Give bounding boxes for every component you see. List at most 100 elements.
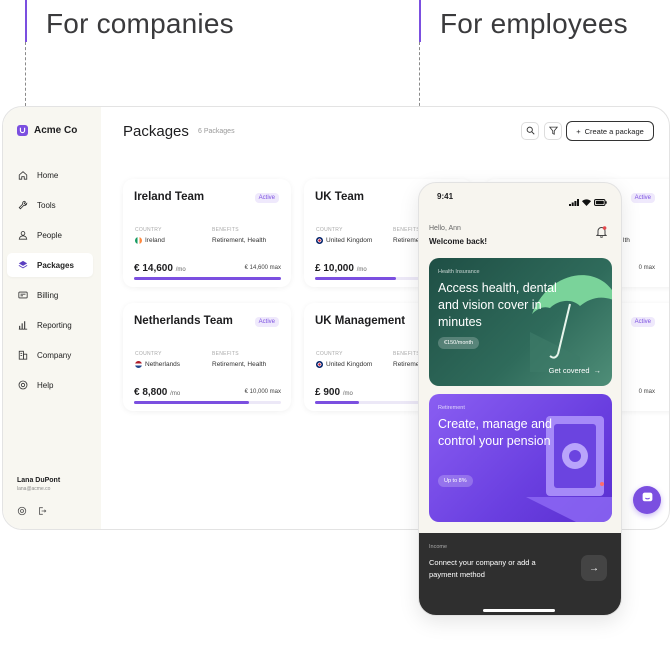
country-value: United Kingdom (316, 361, 372, 368)
companies-heading: For companies (46, 8, 234, 39)
logout-icon[interactable] (37, 503, 47, 521)
sidebar-item-packages[interactable]: Packages (7, 253, 93, 277)
sidebar-item-label: People (37, 230, 62, 240)
benefits-value: Retirement, Health (212, 361, 267, 368)
building-icon (17, 349, 29, 361)
wifi-icon (582, 193, 591, 211)
card-kicker: Retirement (438, 405, 465, 411)
people-icon (17, 229, 29, 241)
employees-heading: For employees (440, 8, 628, 39)
sidebar-item-reporting[interactable]: Reporting (7, 313, 93, 337)
user-profile[interactable]: Lana DuPont lana@acme.co (17, 477, 60, 492)
country-label: COUNTRY (316, 351, 343, 357)
sidebar-item-tools[interactable]: Tools (7, 193, 93, 217)
progress-fill (134, 277, 281, 280)
card-kicker: Health Insurance (438, 269, 480, 275)
sidebar-item-label: Reporting (37, 320, 72, 330)
status-badge: Active (630, 317, 655, 327)
cta-label: Get covered (548, 366, 590, 375)
uk-flag-icon (316, 361, 323, 368)
amount-value: £ 900 (315, 387, 341, 398)
get-covered-link[interactable]: Get covered → (549, 366, 601, 375)
companies-accent-bar (25, 0, 27, 42)
chat-icon (641, 491, 654, 509)
brand[interactable]: Acme Co (17, 125, 77, 136)
status-badge: Active (630, 193, 655, 203)
greeting: Hello, Ann (429, 225, 461, 232)
max-amount: € 14,600 max (244, 265, 281, 271)
sidebar-item-company[interactable]: Company (7, 343, 93, 367)
settings-icon[interactable] (17, 503, 27, 521)
notification-button[interactable] (595, 225, 608, 243)
budget-progress-bar (134, 401, 281, 404)
max-amount: € 10,000 max (244, 389, 281, 395)
country-value: United Kingdom (316, 237, 372, 244)
sidebar-item-home[interactable]: Home (7, 163, 93, 187)
health-insurance-card[interactable]: Health Insurance Access health, dental a… (429, 258, 612, 386)
help-icon (17, 379, 29, 391)
amount-period: /mo (342, 391, 353, 397)
amount-value: € 14,600 (134, 263, 173, 274)
country-label: COUNTRY (316, 227, 343, 233)
country-label: COUNTRY (135, 227, 162, 233)
search-button[interactable] (521, 122, 539, 140)
bell-icon (595, 225, 608, 242)
pension-card[interactable]: Retirement Create, manage and control yo… (429, 394, 612, 522)
home-indicator[interactable] (483, 609, 555, 612)
card-title: Create, manage and control your pension (438, 417, 552, 448)
chat-button[interactable] (633, 486, 661, 514)
max-amount: 0 max (638, 265, 655, 271)
home-icon (17, 169, 29, 181)
card-title: UK Team (315, 191, 364, 203)
budget-progress-bar (134, 277, 281, 280)
country-text: United Kingdom (326, 361, 373, 368)
sidebar-item-label: Company (37, 350, 72, 360)
package-card-ireland[interactable]: Ireland Team Active COUNTRY BENEFITS Ire… (123, 179, 291, 287)
amount-value: € 8,800 (134, 387, 168, 398)
price-pill: €150/month (438, 337, 480, 349)
benefits-label: BENEFITS (212, 351, 239, 357)
sidebar-item-label: Home (37, 170, 59, 180)
income-panel: Income Connect your company or add a pay… (419, 533, 621, 615)
sidebar-item-help[interactable]: Help (7, 373, 93, 397)
sidebar-item-label: Billing (37, 290, 59, 300)
filter-icon (548, 122, 558, 140)
amount-value: £ 10,000 (315, 263, 354, 274)
filter-button[interactable] (544, 122, 562, 140)
income-label: Income (429, 544, 448, 550)
netherlands-flag-icon (135, 361, 142, 368)
sidebar-item-label: Help (37, 380, 54, 390)
country-value: Ireland (135, 237, 165, 244)
ireland-flag-icon (135, 237, 142, 244)
mobile-app-screen: 9:41 Hello, Ann Welcome back! Health Ins… (418, 182, 622, 616)
brand-name: Acme Co (34, 125, 78, 136)
max-amount: 0 max (638, 389, 655, 395)
card-title: Ireland Team (134, 191, 205, 203)
card-title: UK Management (315, 315, 406, 327)
sidebar-footer-actions (17, 503, 47, 521)
sidebar-item-label: Packages (37, 260, 74, 270)
create-package-label: Create a package (584, 126, 644, 136)
benefits-label: BENEFITS (393, 227, 420, 233)
monthly-amount: £ 10,000 /mo (315, 263, 367, 274)
country-text: United Kingdom (326, 237, 373, 244)
plus-icon: + (576, 126, 581, 136)
rate-pill: Up to 8% (438, 475, 473, 487)
brand-logo-icon (17, 125, 28, 136)
sidebar-item-billing[interactable]: Billing (7, 283, 93, 307)
monthly-amount: £ 900 /mo (315, 387, 353, 398)
progress-fill (315, 277, 396, 280)
battery-icon (594, 193, 607, 211)
benefits-label: BENEFITS (393, 351, 420, 357)
country-text: Ireland (145, 237, 165, 244)
create-package-button[interactable]: + Create a package (566, 121, 654, 141)
package-card-netherlands[interactable]: Netherlands Team Active COUNTRY BENEFITS… (123, 303, 291, 411)
amount-period: /mo (170, 391, 181, 397)
connect-income-button[interactable]: → (581, 555, 607, 581)
country-value: Netherlands (135, 361, 180, 368)
country-text: Netherlands (145, 361, 181, 368)
sidebar-nav: Home Tools People Packages Billing Repor… (7, 163, 93, 403)
sidebar: Acme Co Home Tools People Packages Billi… (3, 107, 101, 529)
sidebar-item-people[interactable]: People (7, 223, 93, 247)
chart-icon (17, 319, 29, 331)
